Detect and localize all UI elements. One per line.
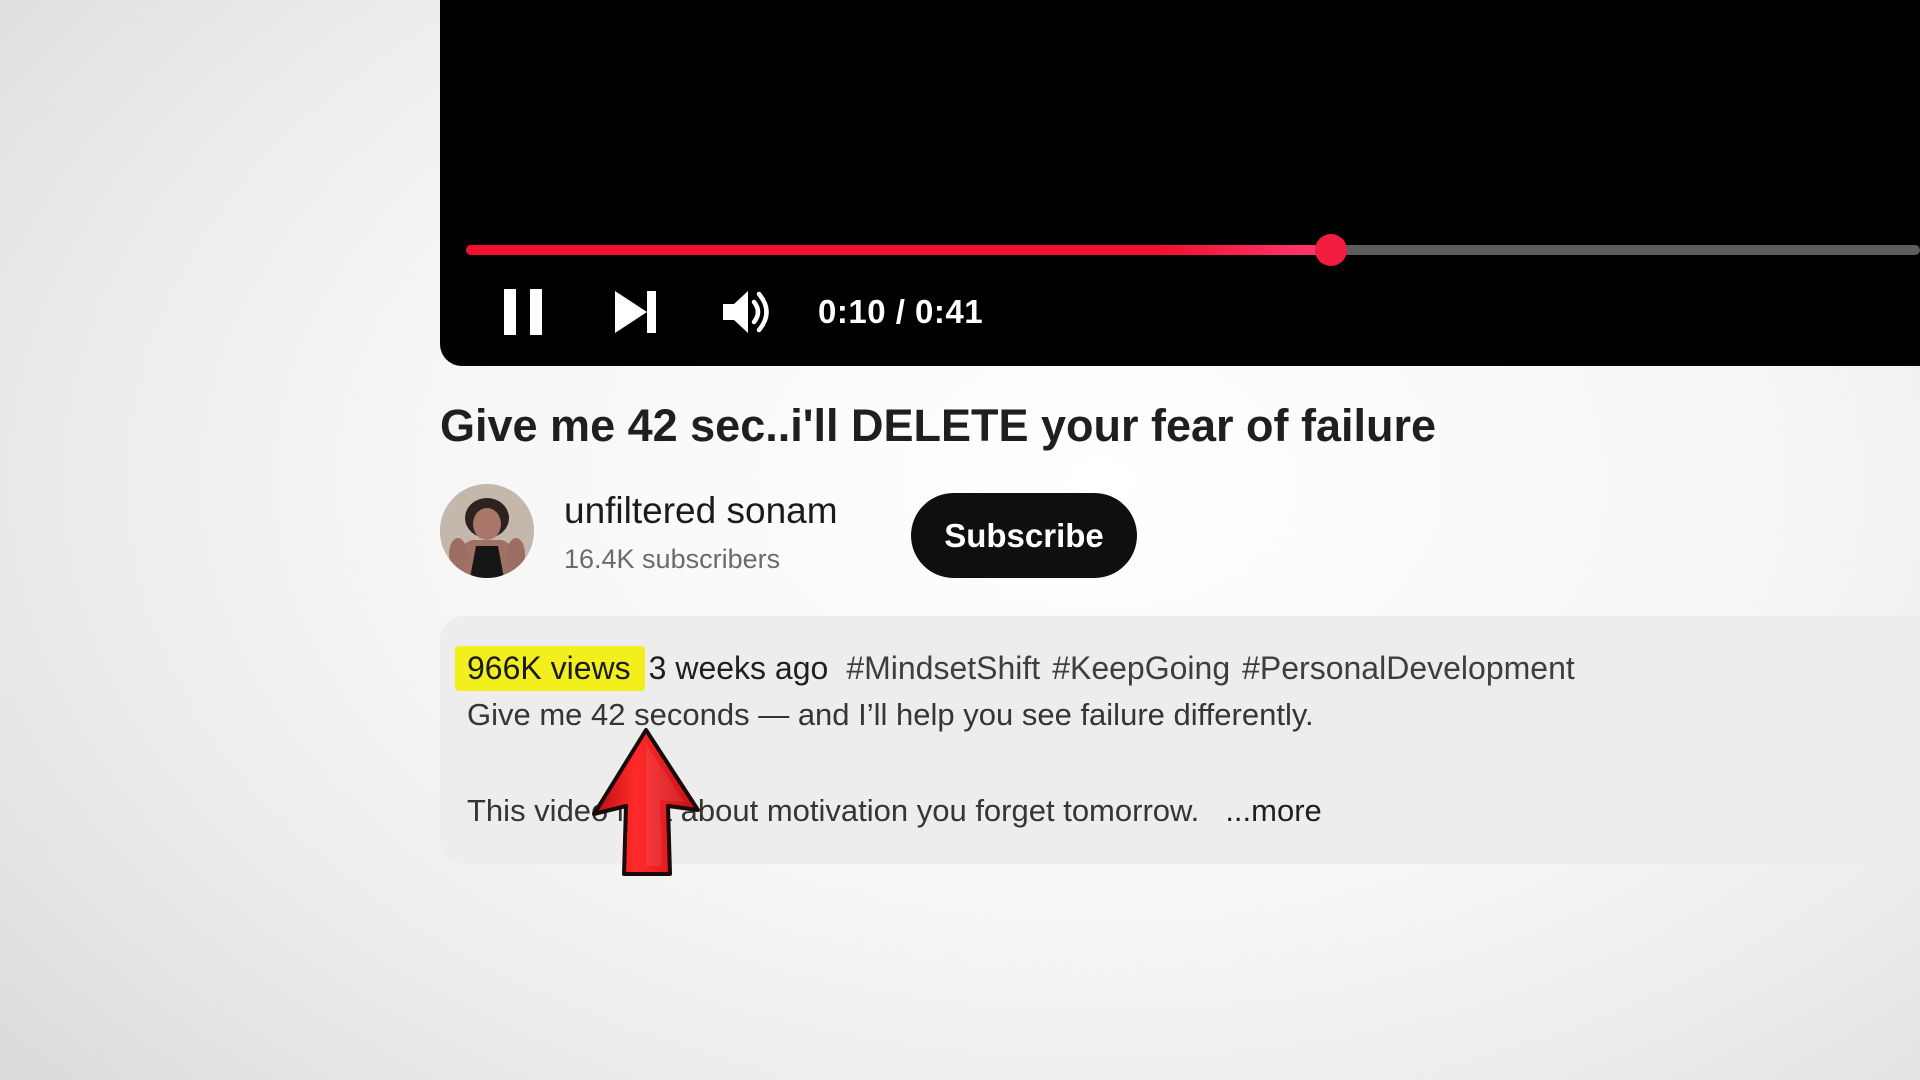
video-player[interactable] — [440, 0, 1920, 366]
description-meta-row: 966K views 3 weeks ago #MindsetShift #Kee… — [455, 642, 1587, 694]
avatar-image — [440, 484, 534, 578]
next-video-button[interactable] — [610, 286, 662, 338]
progress-scrubber-handle[interactable] — [1315, 234, 1348, 266]
subscribe-button[interactable]: Subscribe — [911, 493, 1137, 578]
channel-avatar[interactable] — [440, 484, 534, 578]
time-display: 0:10 / 0:41 — [818, 293, 984, 330]
view-count: 966K views — [455, 645, 645, 691]
progress-bar[interactable] — [466, 234, 1920, 266]
volume-button[interactable] — [720, 286, 776, 338]
pause-button[interactable] — [498, 286, 550, 338]
progress-bar-fill — [466, 245, 1332, 255]
upload-age: 3 weeks ago — [648, 649, 829, 686]
video-title: Give me 42 sec..i'll DELETE your fear of… — [440, 400, 1437, 451]
show-more-link[interactable]: ...more — [1225, 793, 1321, 828]
hashtag-list: #MindsetShift #KeepGoing #PersonalDevelopm… — [846, 650, 1586, 687]
skip-next-icon — [615, 291, 656, 333]
description-line: This video isn’t about motivation you fo… — [467, 793, 1200, 828]
hashtag-link[interactable]: #PersonalDevelopment — [1242, 650, 1575, 686]
hashtag-link[interactable]: #MindsetShift — [846, 650, 1040, 686]
subscriber-count: 16.4K subscribers — [564, 544, 781, 574]
volume-icon — [723, 291, 769, 333]
channel-name[interactable]: unfiltered sonam — [564, 490, 838, 532]
hashtag-link[interactable]: #KeepGoing — [1052, 650, 1230, 686]
pause-icon — [504, 289, 542, 335]
red-arrow-icon — [592, 728, 700, 876]
